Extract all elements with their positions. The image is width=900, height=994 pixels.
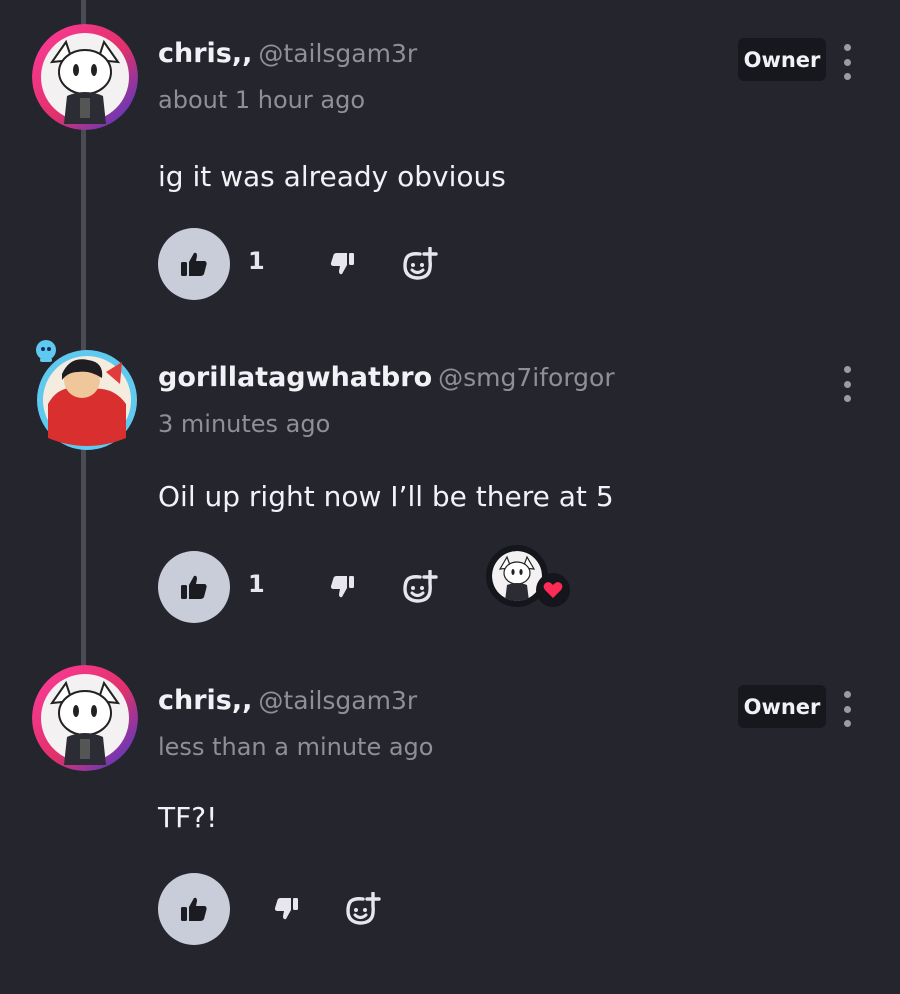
comment-text: TF?! [158, 801, 218, 834]
author-row: gorillatagwhatbro @smg7iforgor [158, 362, 615, 393]
add-reaction-button[interactable] [345, 891, 381, 927]
dot-icon [843, 395, 851, 402]
author-handle[interactable]: @smg7iforgor [438, 363, 614, 392]
thumbs-up-icon [181, 897, 207, 921]
owner-badge: Owner [738, 685, 826, 728]
comment-text: ig it was already obvious [158, 160, 506, 193]
comment-actions [158, 873, 858, 945]
thumbs-down-icon [330, 576, 354, 598]
like-button[interactable] [158, 228, 230, 300]
comment: chris,, @tailsgam3r less than a minute ag… [0, 665, 900, 961]
add-emoji-icon [403, 247, 438, 280]
more-options-button[interactable] [832, 691, 862, 727]
dislike-button[interactable] [324, 569, 360, 605]
thumbs-down-icon [274, 898, 298, 920]
add-emoji-icon [346, 892, 381, 925]
heart-badge [536, 573, 570, 607]
like-button[interactable] [158, 873, 230, 945]
avatar-image [492, 551, 542, 601]
dot-icon [843, 366, 851, 373]
like-count: 1 [248, 247, 265, 275]
more-options-button[interactable] [832, 44, 862, 80]
author-name[interactable]: chris,, [158, 38, 252, 69]
like-button[interactable] [158, 551, 230, 623]
more-options-button[interactable] [832, 366, 862, 402]
author-name[interactable]: gorillatagwhatbro [158, 362, 432, 393]
comment-actions: 1 [158, 545, 858, 623]
author-handle[interactable]: @tailsgam3r [258, 686, 417, 715]
heart-icon [543, 582, 563, 598]
thumbs-up-icon [181, 575, 207, 599]
thumbs-up-icon [181, 252, 207, 276]
add-reaction-button[interactable] [402, 246, 438, 282]
dot-icon [843, 44, 851, 51]
timestamp: less than a minute ago [158, 733, 434, 761]
dislike-button[interactable] [324, 246, 360, 282]
dot-icon [843, 58, 851, 66]
timestamp: 3 minutes ago [158, 410, 331, 438]
author-row: chris,, @tailsgam3r [158, 685, 417, 716]
avatar[interactable] [30, 340, 140, 452]
thumbs-down-icon [330, 253, 354, 275]
avatar-image [36, 340, 137, 450]
dot-icon [843, 380, 851, 388]
add-emoji-icon [403, 570, 438, 603]
creator-reaction[interactable] [478, 543, 572, 609]
comment: chris,, @tailsgam3r about 1 hour ago Owne… [0, 24, 900, 314]
timestamp: about 1 hour ago [158, 86, 365, 114]
avatar[interactable] [32, 665, 138, 771]
dot-icon [843, 720, 851, 727]
dislike-button[interactable] [268, 891, 304, 927]
add-reaction-button[interactable] [402, 569, 438, 605]
comment: gorillatagwhatbro @smg7iforgor 3 minutes … [0, 340, 900, 638]
dot-icon [843, 691, 851, 698]
dot-icon [843, 73, 851, 80]
comment-actions: 1 [158, 228, 858, 300]
comment-text: Oil up right now I’ll be there at 5 [158, 480, 614, 513]
owner-badge: Owner [738, 38, 826, 81]
author-name[interactable]: chris,, [158, 685, 252, 716]
dot-icon [843, 705, 851, 713]
author-handle[interactable]: @tailsgam3r [258, 39, 417, 68]
avatar[interactable] [32, 24, 138, 130]
author-row: chris,, @tailsgam3r [158, 38, 417, 69]
avatar-image [32, 665, 138, 771]
like-count: 1 [248, 570, 265, 598]
avatar-image [32, 24, 138, 130]
